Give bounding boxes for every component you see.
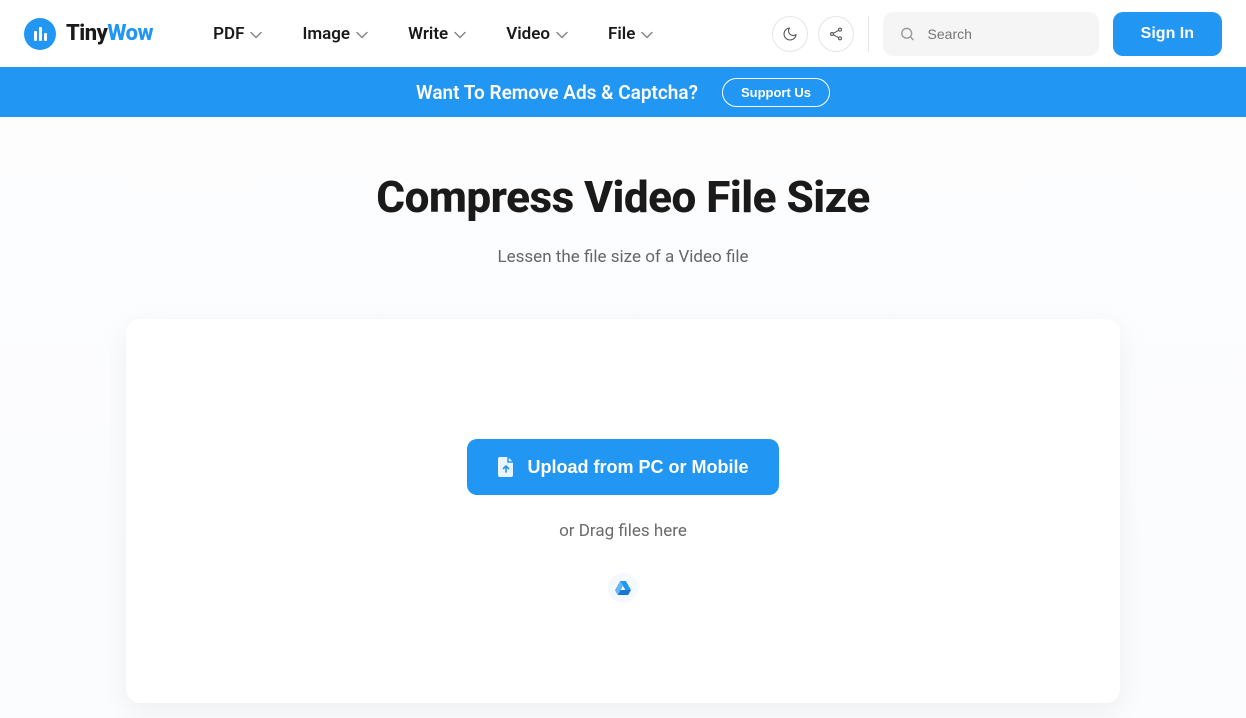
chevron-down-icon xyxy=(454,31,466,39)
dark-mode-toggle[interactable] xyxy=(772,16,808,52)
page-title: Compress Video File Size xyxy=(0,171,1246,223)
upload-card: Upload from PC or Mobile or Drag files h… xyxy=(126,319,1120,703)
nav-pdf[interactable]: PDF xyxy=(213,24,262,44)
nav-file[interactable]: File xyxy=(608,24,653,44)
nav-write[interactable]: Write xyxy=(408,24,466,44)
upload-button[interactable]: Upload from PC or Mobile xyxy=(467,439,778,495)
header: TinyWow PDF Image Write Video File xyxy=(0,0,1246,67)
google-drive-button[interactable] xyxy=(608,573,638,603)
nav-image[interactable]: Image xyxy=(302,24,368,44)
nav-label: Video xyxy=(506,24,550,44)
logo[interactable]: TinyWow xyxy=(24,18,153,50)
drag-hint: or Drag files here xyxy=(559,521,687,541)
logo-icon xyxy=(24,18,56,50)
chevron-down-icon xyxy=(356,31,368,39)
chevron-down-icon xyxy=(641,31,653,39)
share-button[interactable] xyxy=(818,16,854,52)
promo-text: Want To Remove Ads & Captcha? xyxy=(416,81,698,104)
chevron-down-icon xyxy=(556,31,568,39)
search-icon xyxy=(899,24,916,44)
support-us-button[interactable]: Support Us xyxy=(722,78,830,107)
signin-button[interactable]: Sign In xyxy=(1113,12,1222,56)
nav-label: PDF xyxy=(213,24,244,44)
nav-label: Image xyxy=(302,24,350,44)
upload-button-label: Upload from PC or Mobile xyxy=(527,457,748,478)
search-input[interactable] xyxy=(928,26,1083,42)
promo-bar: Want To Remove Ads & Captcha? Support Us xyxy=(0,67,1246,117)
page-subtitle: Lessen the file size of a Video file xyxy=(0,247,1246,267)
google-drive-icon xyxy=(615,581,631,595)
chevron-down-icon xyxy=(250,31,262,39)
nav-label: Write xyxy=(408,24,448,44)
file-upload-icon xyxy=(497,457,515,477)
logo-word-wow: Wow xyxy=(107,21,153,46)
logo-word-tiny: Tiny xyxy=(66,21,107,46)
nav-label: File xyxy=(608,24,635,44)
moon-icon xyxy=(782,26,798,42)
share-icon xyxy=(828,26,844,42)
divider xyxy=(868,16,869,52)
search-box[interactable] xyxy=(883,12,1099,56)
main-nav: PDF Image Write Video File xyxy=(213,24,653,44)
logo-text: TinyWow xyxy=(66,21,153,46)
nav-video[interactable]: Video xyxy=(506,24,568,44)
main-content: Compress Video File Size Lessen the file… xyxy=(0,117,1246,718)
